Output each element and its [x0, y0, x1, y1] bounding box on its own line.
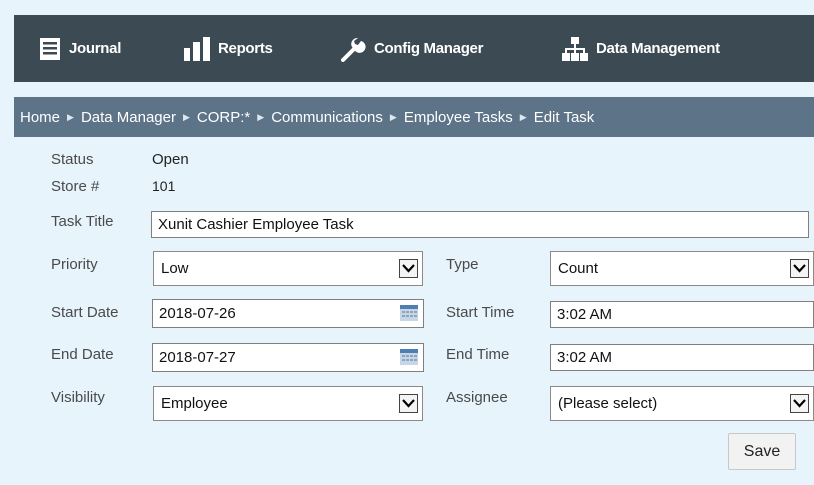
- end-time-input[interactable]: 3:02 AM: [550, 344, 814, 371]
- chevron-down-icon[interactable]: [790, 394, 809, 413]
- start-date-value: 2018-07-26: [159, 305, 236, 322]
- start-time-input[interactable]: 3:02 AM: [550, 301, 814, 328]
- end-date-input[interactable]: 2018-07-27: [152, 343, 424, 372]
- breadcrumb-separator-icon: ▶: [67, 111, 74, 122]
- priority-label: Priority: [51, 256, 98, 273]
- type-select[interactable]: Count: [550, 251, 814, 286]
- journal-icon: [40, 37, 60, 60]
- end-time-value: 3:02 AM: [557, 349, 613, 366]
- nav-label-reports: Reports: [218, 40, 273, 57]
- chevron-down-icon[interactable]: [399, 394, 418, 413]
- breadcrumb-employee-tasks[interactable]: Employee Tasks: [404, 109, 513, 126]
- visibility-label: Visibility: [51, 389, 105, 406]
- visibility-value: Employee: [161, 395, 228, 412]
- nav-item-data-management[interactable]: Data Management: [562, 15, 720, 82]
- breadcrumb-communications[interactable]: Communications: [271, 109, 383, 126]
- breadcrumb-separator-icon: ▶: [183, 111, 190, 122]
- store-label: Store #: [51, 178, 100, 195]
- breadcrumb-separator-icon: ▶: [257, 111, 265, 122]
- start-date-input[interactable]: 2018-07-26: [152, 299, 424, 328]
- priority-select[interactable]: Low: [153, 251, 423, 286]
- nav-item-reports[interactable]: Reports: [184, 15, 273, 82]
- start-time-value: 3:02 AM: [557, 306, 613, 323]
- breadcrumb-separator-icon: ▶: [519, 111, 527, 122]
- store-value: 101: [152, 178, 176, 194]
- breadcrumb: Home ▶ Data Manager ▶ CORP:* ▶ Communica…: [14, 97, 814, 137]
- hierarchy-icon: [562, 36, 588, 61]
- main-navbar: Journal Reports Config Manager Data Mana…: [14, 15, 814, 82]
- nav-label-config-manager: Config Manager: [374, 40, 484, 57]
- breadcrumb-separator-icon: ▶: [389, 111, 397, 122]
- priority-value: Low: [161, 260, 189, 277]
- breadcrumb-data-manager[interactable]: Data Manager: [81, 109, 176, 126]
- nav-item-journal[interactable]: Journal: [39, 15, 121, 82]
- reports-icon: [184, 36, 210, 61]
- start-time-label: Start Time: [446, 304, 515, 321]
- status-label: Status: [51, 151, 94, 168]
- start-date-label: Start Date: [51, 304, 119, 321]
- breadcrumb-edit-task: Edit Task: [533, 108, 595, 126]
- end-time-label: End Time: [446, 346, 510, 363]
- top-area: Journal Reports Config Manager Data Mana…: [0, 0, 814, 97]
- chevron-down-icon[interactable]: [399, 259, 418, 278]
- wrench-icon: [341, 37, 366, 62]
- breadcrumb-home[interactable]: Home: [20, 109, 60, 126]
- assignee-value: (Please select): [558, 395, 658, 412]
- task-title-label: Task Title: [51, 213, 114, 230]
- chevron-down-icon[interactable]: [790, 259, 809, 278]
- assignee-select[interactable]: (Please select): [550, 386, 814, 421]
- save-button[interactable]: Save: [728, 433, 796, 470]
- status-value: Open: [152, 151, 189, 168]
- calendar-icon[interactable]: [400, 305, 418, 325]
- type-label: Type: [446, 256, 479, 273]
- end-date-label: End Date: [51, 346, 114, 363]
- nav-label-journal: Journal: [69, 40, 122, 57]
- nav-label-data-management: Data Management: [596, 40, 720, 57]
- edit-task-form: Status Open Store # 101 Task Title Xunit…: [14, 137, 814, 485]
- end-date-value: 2018-07-27: [159, 349, 236, 366]
- visibility-select[interactable]: Employee: [153, 386, 423, 421]
- task-title-value: Xunit Cashier Employee Task: [158, 216, 354, 233]
- calendar-icon[interactable]: [400, 349, 418, 369]
- type-value: Count: [558, 260, 599, 277]
- nav-item-config-manager[interactable]: Config Manager: [340, 15, 483, 82]
- breadcrumb-corp[interactable]: CORP:*: [197, 109, 250, 126]
- task-title-input[interactable]: Xunit Cashier Employee Task: [151, 211, 809, 238]
- assignee-label: Assignee: [446, 389, 508, 406]
